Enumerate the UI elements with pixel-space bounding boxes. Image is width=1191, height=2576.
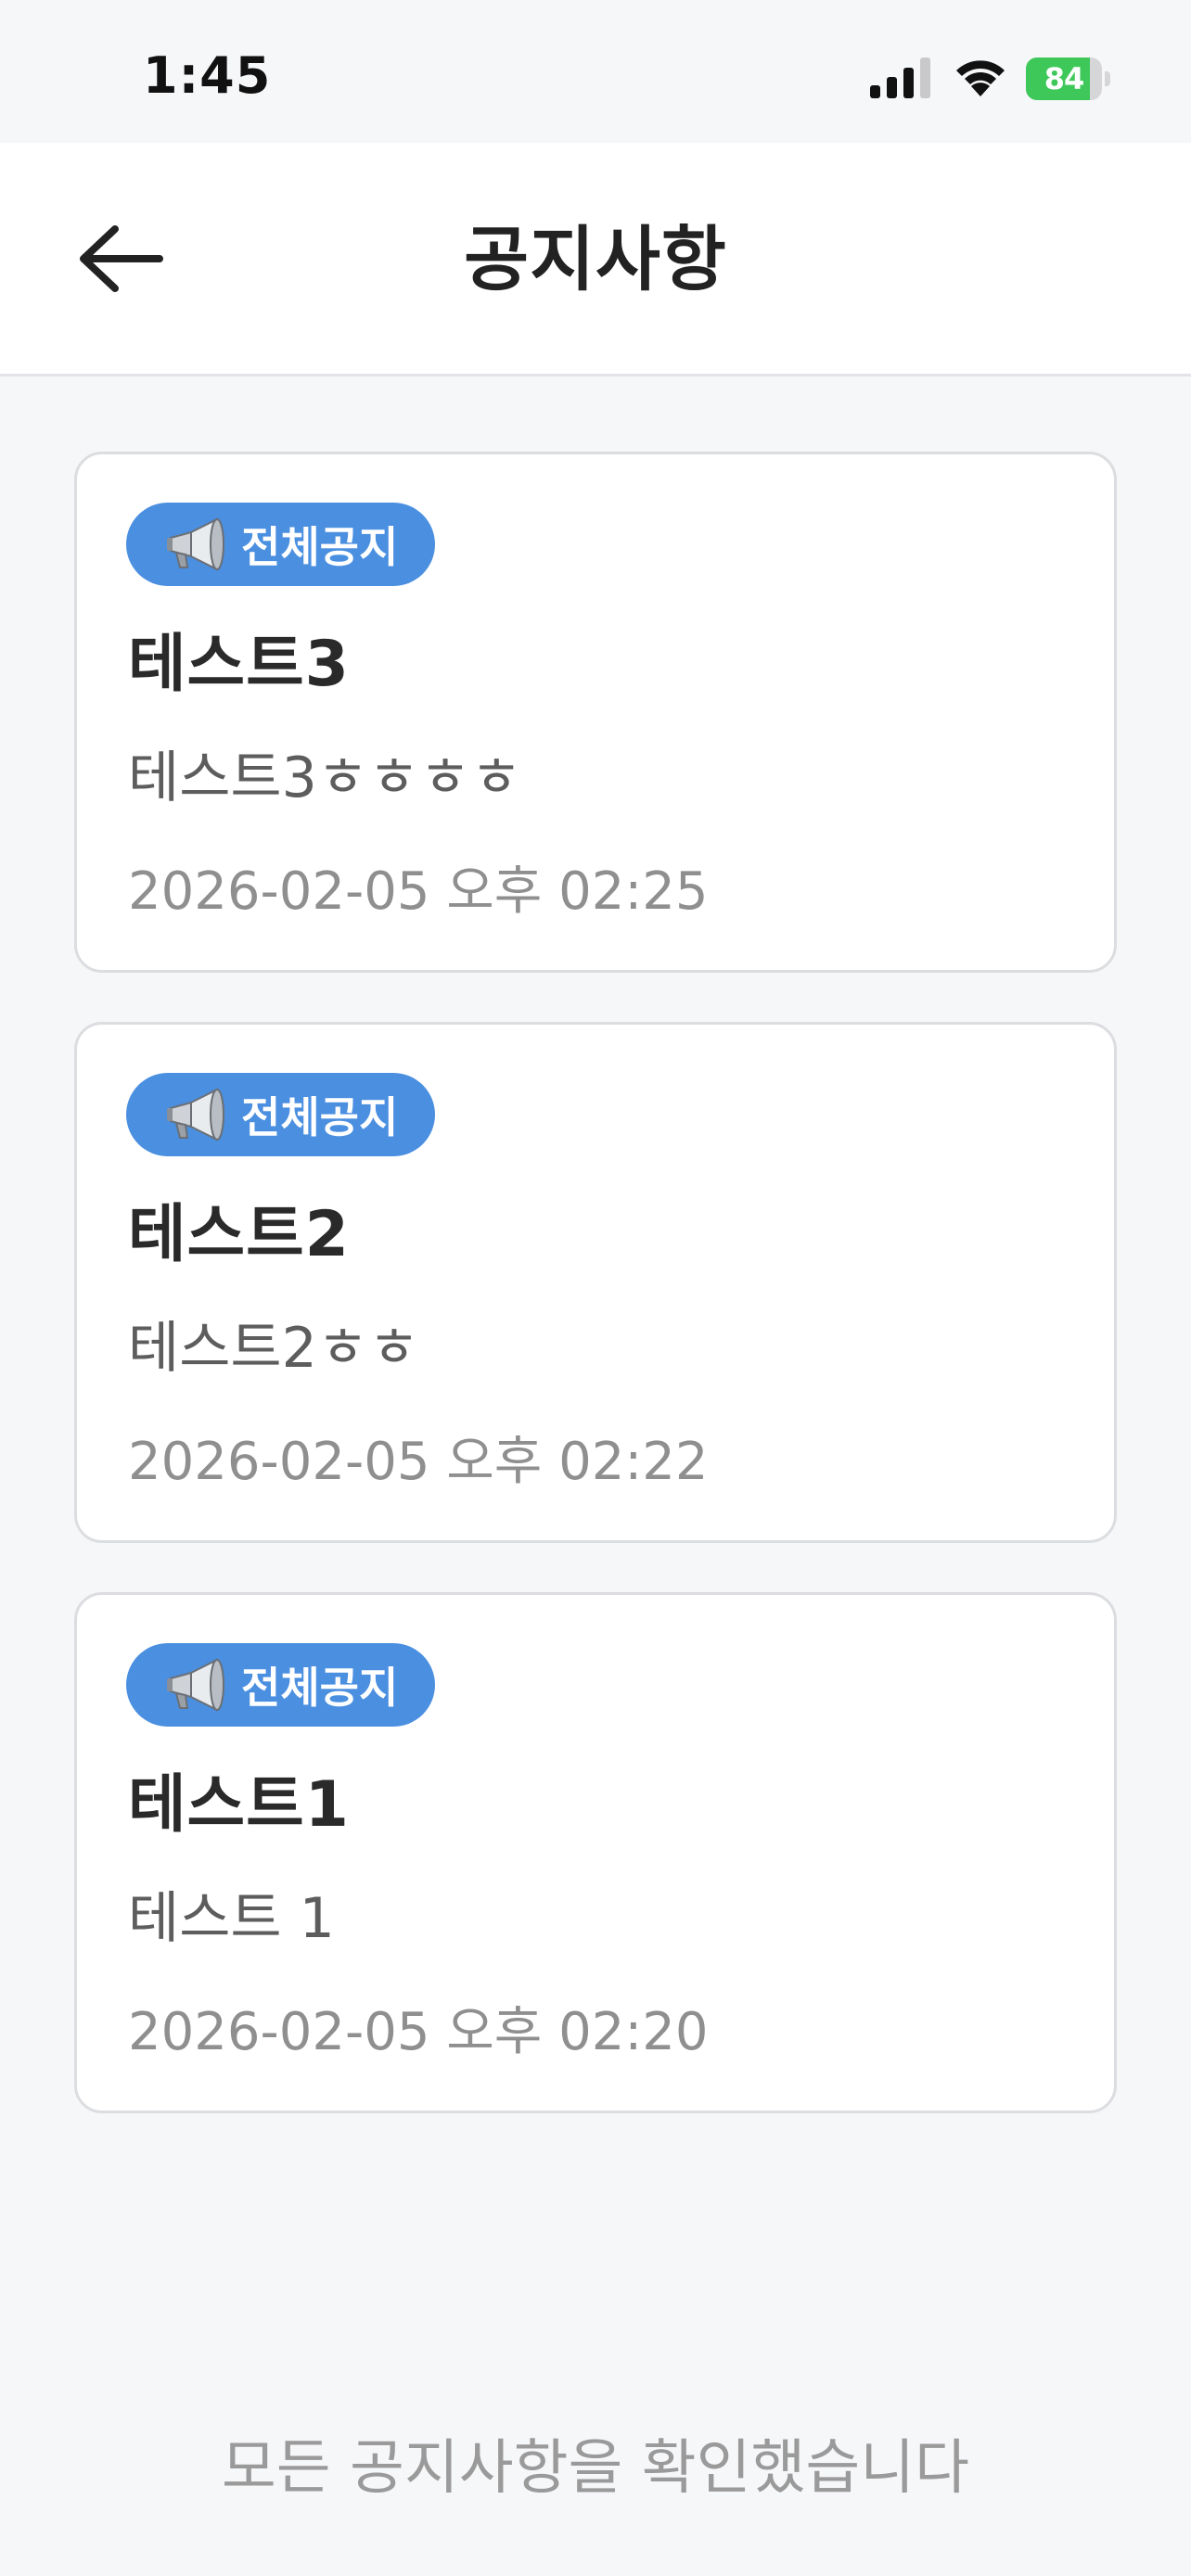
notice-badge-label: 전체공지: [241, 522, 399, 572]
notice-date: 2026-02-05 오후 02:22: [128, 1432, 709, 1492]
notice-title: 테스트1: [128, 1768, 350, 1842]
notice-title: 테스트3: [128, 628, 350, 701]
status-bar: 1:45 84: [0, 0, 1191, 143]
notice-list: 전체공지 테스트3 테스트3ㅎㅎㅎㅎ 2026-02-05 오후 02:25 전…: [74, 452, 1117, 2162]
notice-body: 테스트3ㅎㅎㅎㅎ: [128, 746, 522, 810]
notice-body: 테스트2ㅎㅎ: [128, 1316, 420, 1381]
notice-badge: 전체공지: [126, 1643, 436, 1727]
back-button[interactable]: [65, 208, 176, 310]
cellular-signal-icon: [870, 57, 930, 98]
notice-badge: 전체공지: [126, 503, 436, 586]
app-header: 공지사항: [0, 143, 1191, 376]
end-of-list-message: 모든 공지사항을 확인했습니다: [221, 2434, 970, 2503]
battery-percent: 84: [1044, 61, 1085, 96]
megaphone-icon: [167, 1088, 224, 1141]
wifi-icon: [956, 60, 1005, 96]
notice-date: 2026-02-05 오후 02:20: [128, 2002, 709, 2062]
notice-card[interactable]: 전체공지 테스트3 테스트3ㅎㅎㅎㅎ 2026-02-05 오후 02:25: [74, 452, 1117, 973]
battery-charging-icon: 84: [1026, 57, 1111, 100]
notice-title: 테스트2: [128, 1198, 350, 1271]
notice-badge-label: 전체공지: [241, 1663, 399, 1713]
notice-date: 2026-02-05 오후 02:25: [128, 861, 709, 922]
notice-card[interactable]: 전체공지 테스트2 테스트2ㅎㅎ 2026-02-05 오후 02:22: [74, 1022, 1117, 1543]
notice-badge-label: 전체공지: [241, 1092, 399, 1142]
megaphone-icon: [167, 1658, 224, 1712]
arrow-left-icon: [80, 225, 163, 292]
notice-badge: 전체공지: [126, 1073, 436, 1156]
status-time: 1:45: [143, 46, 272, 105]
notice-card[interactable]: 전체공지 테스트1 테스트 1 2026-02-05 오후 02:20: [74, 1592, 1117, 2113]
megaphone-icon: [167, 517, 224, 571]
page-title: 공지사항: [464, 218, 727, 300]
notice-body: 테스트 1: [128, 1886, 335, 1951]
